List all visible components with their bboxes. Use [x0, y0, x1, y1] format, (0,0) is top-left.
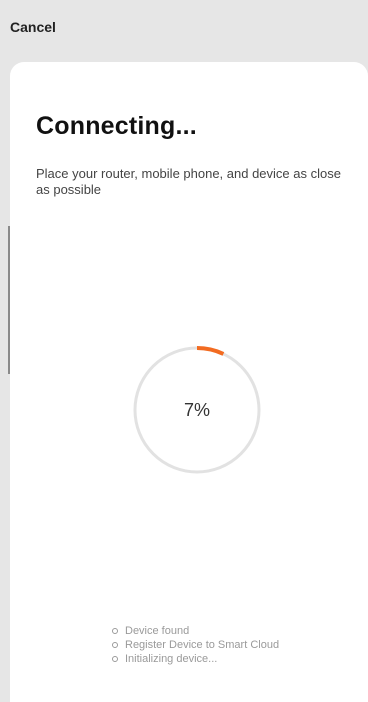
- top-bar: Cancel: [0, 0, 368, 62]
- step-bullet-icon: [112, 628, 118, 634]
- step-bullet-icon: [112, 656, 118, 662]
- cancel-button[interactable]: Cancel: [10, 19, 56, 35]
- step-label: Device found: [125, 625, 190, 637]
- page-subtitle: Place your router, mobile phone, and dev…: [36, 166, 341, 197]
- progress-percent: 7%: [183, 400, 210, 420]
- connection-steps-list: Device found Register Device to Smart Cl…: [112, 624, 279, 666]
- step-register-device: Register Device to Smart Cloud: [112, 638, 279, 652]
- step-device-found: Device found: [112, 624, 279, 638]
- page-title: Connecting...: [36, 112, 197, 140]
- step-initializing: Initializing device...: [112, 652, 279, 666]
- step-label: Register Device to Smart Cloud: [125, 639, 280, 651]
- step-bullet-icon: [112, 642, 118, 648]
- step-label: Initializing device...: [125, 653, 218, 665]
